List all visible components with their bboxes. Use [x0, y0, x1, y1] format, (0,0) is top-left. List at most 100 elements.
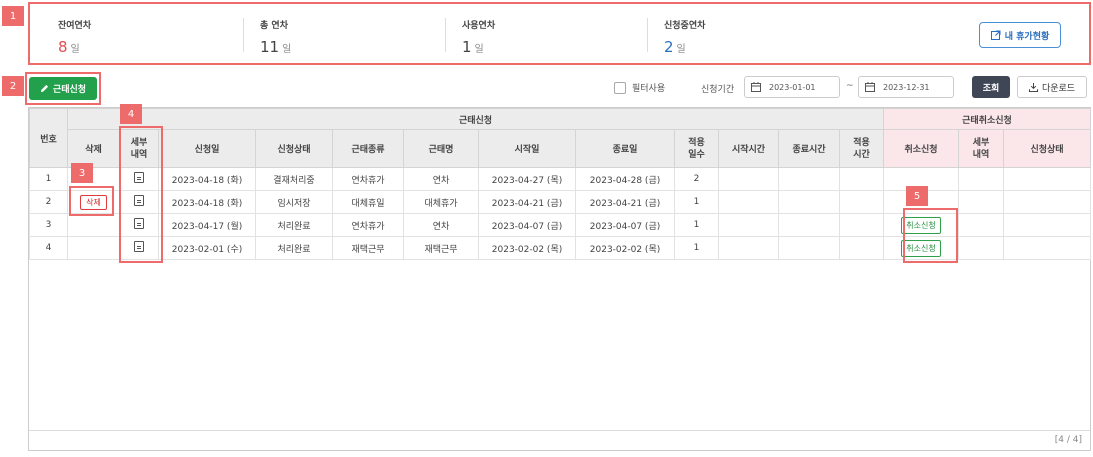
pending-leave-unit: 일	[676, 44, 686, 55]
cell-apply-date: 2023-04-18 (화)	[158, 167, 256, 191]
col-header-no: 번호	[29, 108, 68, 168]
col-header-apply-date: 신청일	[158, 129, 256, 168]
col-header-type: 근태종류	[332, 129, 404, 168]
date-from-field[interactable]: 2023-01-01	[744, 76, 840, 98]
cell-applied-time	[839, 167, 884, 191]
divider	[445, 18, 446, 52]
col-header-cancel-detail: 세부 내역	[958, 129, 1004, 168]
download-button[interactable]: 다운로드	[1017, 76, 1087, 98]
cell-cancel-status	[1002, 236, 1092, 260]
cell-start: 2023-02-02 (목)	[478, 236, 576, 260]
attendance-grid: 번호 근태신청 근태취소신청 삭제 세부 내역 신청일 신청상태 근태종류 근태…	[28, 107, 1092, 451]
delete-button[interactable]: 삭제	[80, 194, 107, 210]
cell-no: 1	[29, 167, 68, 191]
cell-delete: 삭제	[67, 190, 120, 214]
used-leave-stat: 사용연차 1일	[462, 18, 495, 58]
cell-start-time	[718, 236, 779, 260]
cell-type: 연차휴가	[332, 167, 404, 191]
cancel-request-button[interactable]: 취소신청	[901, 216, 941, 234]
divider	[647, 18, 648, 52]
cell-name: 연차	[403, 213, 479, 237]
total-leave-unit: 일	[282, 44, 292, 55]
cell-start: 2023-04-07 (금)	[478, 213, 576, 237]
table-row[interactable]: 4 2023-02-01 (수) 처리완료 재택근무 재택근무 2023-02-02 (목…	[29, 236, 1092, 260]
table-row[interactable]: 1 2023-04-18 (화) 결재처리중 연차휴가 연차 2023-04-27 (목)…	[29, 167, 1092, 191]
cell-type: 재택근무	[332, 236, 404, 260]
cell-end-time	[778, 167, 840, 191]
cell-end: 2023-04-21 (금)	[575, 190, 675, 214]
date-separator: ~	[846, 81, 854, 91]
filter-checkbox[interactable]	[614, 81, 626, 94]
cell-type: 대체휴일	[332, 190, 404, 214]
cell-start-time	[718, 167, 779, 191]
annotation-marker-4: 4	[120, 104, 142, 124]
table-row[interactable]: 3 2023-04-17 (월) 처리완료 연차휴가 연차 2023-04-07 (금) 2…	[29, 213, 1092, 237]
cell-type: 연차휴가	[332, 213, 404, 237]
col-header-delete: 삭제	[67, 129, 120, 168]
annotation-marker-3: 3	[71, 163, 93, 183]
col-header-cancel-apply: 취소신청	[883, 129, 959, 168]
cell-no: 4	[29, 236, 68, 260]
document-icon[interactable]	[134, 172, 144, 183]
filter-toggle[interactable]: 필터사용	[614, 81, 665, 94]
cell-applied-time	[839, 190, 884, 214]
cell-detail	[119, 213, 159, 237]
cell-status: 처리완료	[255, 213, 333, 237]
col-header-start-time: 시작시간	[718, 129, 779, 168]
date-to-field[interactable]: 2023-12-31	[858, 76, 954, 98]
document-icon[interactable]	[134, 195, 144, 206]
col-header-end: 종료일	[575, 129, 675, 168]
remaining-leave-stat: 잔여연차 8일	[58, 18, 91, 58]
page-indicator: [4 / 4]	[1054, 435, 1082, 445]
cell-cancel-status	[1002, 167, 1092, 191]
cell-name: 재택근무	[403, 236, 479, 260]
total-leave-value: 11	[260, 38, 280, 56]
cell-apply-date: 2023-02-01 (수)	[158, 236, 256, 260]
attendance-apply-label: 근태신청	[52, 85, 87, 95]
cancel-request-button[interactable]: 취소신청	[901, 239, 941, 257]
group-header-cancel: 근태취소신청	[882, 108, 1092, 130]
cell-delete	[67, 213, 120, 237]
date-to-value: 2023-12-31	[883, 82, 930, 92]
cell-apply-date: 2023-04-17 (월)	[158, 213, 256, 237]
col-header-end-time: 종료시간	[778, 129, 840, 168]
search-button[interactable]: 조회	[972, 76, 1010, 98]
cell-cancel-detail	[958, 190, 1004, 214]
cell-detail	[119, 236, 159, 260]
leave-summary-panel: 잔여연차 8일 총 연차 11 일 사용연차 1일 신청중연차 2일 내 휴가현황	[28, 2, 1091, 65]
pending-leave-label: 신청중연차	[664, 21, 706, 31]
pencil-icon	[40, 84, 49, 93]
pending-leave-value: 2	[664, 38, 674, 56]
filter-label: 필터사용	[632, 84, 666, 94]
cell-cancel-status	[1002, 190, 1092, 214]
cell-applied-time	[839, 213, 884, 237]
divider	[243, 18, 244, 52]
col-header-status: 신청상태	[255, 129, 333, 168]
cell-name: 연차	[403, 167, 479, 191]
cell-detail	[119, 167, 159, 191]
cell-end-time	[778, 213, 840, 237]
cell-detail	[119, 190, 159, 214]
annotation-marker-1: 1	[2, 6, 24, 26]
annotation-marker-5: 5	[906, 186, 928, 206]
document-icon[interactable]	[134, 241, 144, 252]
cell-days: 2	[674, 167, 719, 191]
my-leave-status-button[interactable]: 내 휴가현황	[979, 22, 1061, 48]
document-icon[interactable]	[134, 218, 144, 229]
col-header-days: 적용 일수	[674, 129, 719, 168]
external-link-icon	[990, 30, 1001, 40]
used-leave-label: 사용연차	[462, 21, 496, 31]
table-row[interactable]: 2 삭제 2023-04-18 (화) 임시저장 대체휴일 대체휴가 2023-04-21 …	[29, 190, 1092, 214]
total-leave-stat: 총 연차 11 일	[260, 18, 291, 58]
col-header-applied-time: 적용 시간	[839, 129, 884, 168]
cell-no: 3	[29, 213, 68, 237]
col-header-start: 시작일	[478, 129, 576, 168]
cell-apply-date: 2023-04-18 (화)	[158, 190, 256, 214]
remaining-leave-value: 8	[58, 38, 68, 56]
date-from-value: 2023-01-01	[769, 82, 816, 92]
cell-end: 2023-02-02 (목)	[575, 236, 675, 260]
attendance-apply-button[interactable]: 근태신청	[29, 77, 97, 100]
cell-start-time	[718, 190, 779, 214]
my-leave-status-label: 내 휴가현황	[1004, 31, 1050, 42]
cell-end-time	[778, 236, 840, 260]
